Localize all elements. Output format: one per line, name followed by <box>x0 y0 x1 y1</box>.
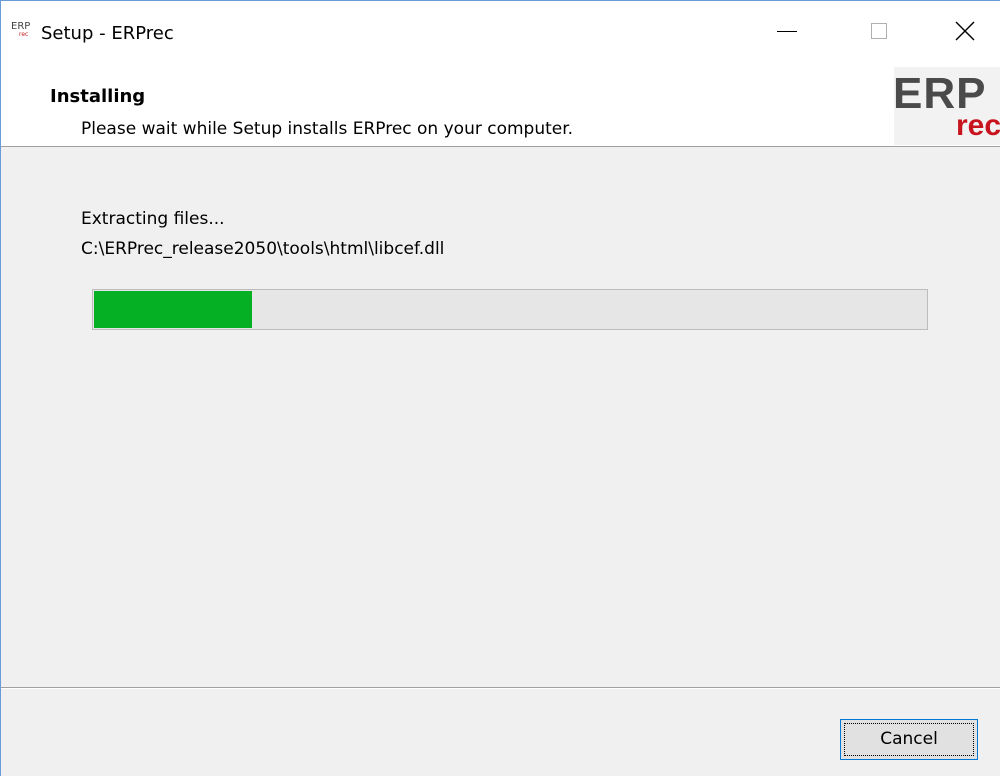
maximize-button[interactable] <box>833 1 925 59</box>
progress-bar-fill <box>94 291 252 328</box>
page-subtitle: Please wait while Setup installs ERPrec … <box>81 119 574 139</box>
close-button[interactable] <box>919 1 1000 59</box>
title-bar[interactable]: ERP rec Setup - ERPrec <box>1 1 1000 59</box>
footer-divider-highlight <box>1 688 1000 689</box>
setup-window: ERP rec Setup - ERPrec Installing Please… <box>0 0 1000 776</box>
wizard-header: Installing Please wait while Setup insta… <box>1 59 1000 147</box>
close-icon <box>955 21 975 41</box>
minimize-button[interactable] <box>741 1 833 59</box>
window-title: Setup - ERPrec <box>41 23 174 44</box>
page-title: Installing <box>50 86 146 107</box>
status-text: Extracting files... <box>81 209 225 229</box>
current-file-path: C:\ERPrec_release2050\tools\html\libcef.… <box>81 239 445 259</box>
cancel-button[interactable]: Cancel <box>840 719 978 760</box>
maximize-icon <box>871 23 887 39</box>
cancel-button-label: Cancel <box>880 729 938 749</box>
erprec-logo: ERP rec <box>894 67 1000 145</box>
progress-bar <box>92 289 928 330</box>
minimize-icon <box>777 30 797 32</box>
app-icon-text-bottom: rec <box>19 31 29 38</box>
wizard-body: Extracting files... C:\ERPrec_release205… <box>1 147 1000 687</box>
logo-text-rec: rec <box>956 109 1000 142</box>
erprec-app-icon: ERP rec <box>11 22 35 44</box>
